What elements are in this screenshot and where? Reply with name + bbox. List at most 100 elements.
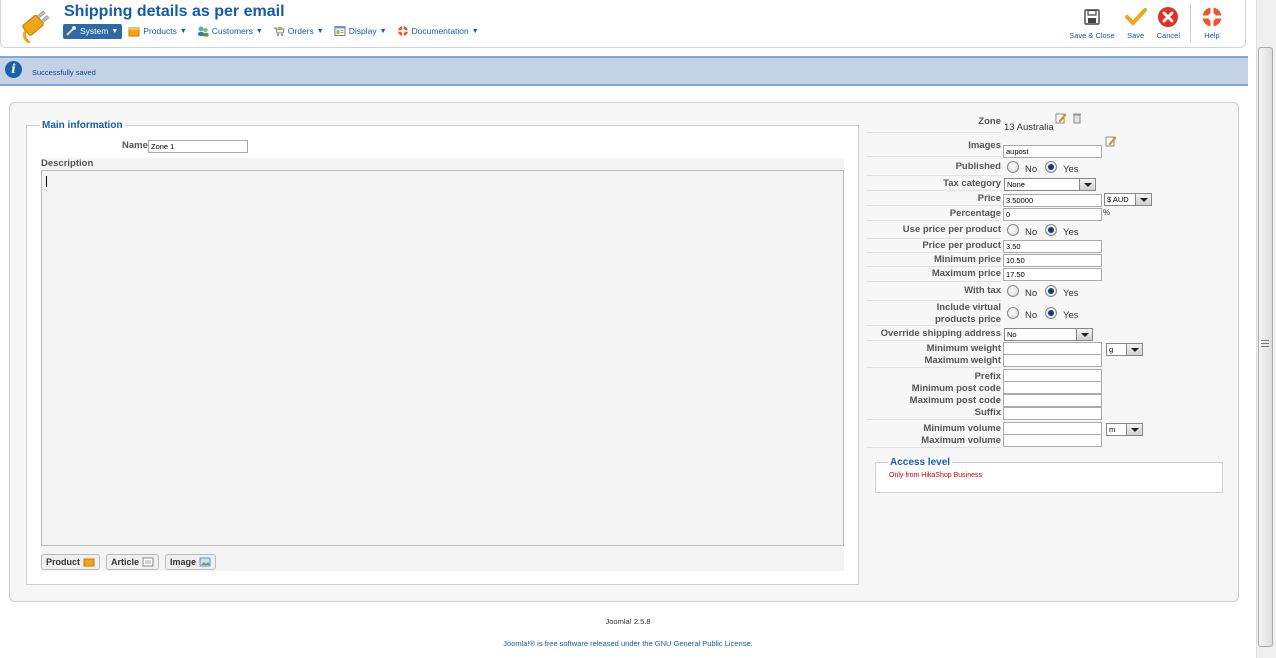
zone-row: Zone	[867, 112, 1001, 133]
with-tax-yes-radio[interactable]	[1045, 285, 1057, 297]
insert-article-button[interactable]: Article	[106, 554, 160, 570]
use-price-per-product-yes-radio[interactable]	[1045, 224, 1057, 236]
maximum-weight-input[interactable]	[1003, 354, 1102, 367]
footer-version: Joomla! 2.5.8	[605, 617, 651, 626]
menu-display[interactable]: Display ▼	[332, 24, 391, 39]
article-icon	[142, 557, 154, 567]
percentage-input[interactable]: 0	[1003, 208, 1102, 221]
override-shipping-label: Override shipping address	[880, 328, 1001, 339]
menu-products[interactable]: Products ▼	[126, 24, 190, 39]
maximum-volume-input[interactable]	[1003, 434, 1102, 447]
include-virtual-no-label: No	[1025, 310, 1038, 321]
zone-value: 13 Australia	[1004, 122, 1054, 133]
published-no-radio[interactable]	[1007, 161, 1019, 173]
maximum-post-code-input[interactable]	[1003, 394, 1102, 407]
weight-unit-value: g	[1109, 345, 1114, 354]
maximum-post-code-label: Maximum post code	[909, 395, 1001, 406]
name-input[interactable]: Zone 1	[148, 140, 248, 153]
tax-category-select[interactable]: None	[1004, 178, 1096, 191]
images-input[interactable]: aupost	[1003, 145, 1102, 158]
text-cursor	[46, 176, 47, 187]
footer-license-text: Joomla!® is free software released under…	[503, 639, 653, 648]
insert-image-label: Image	[170, 557, 197, 567]
with-tax-row: With tax	[867, 282, 1001, 301]
include-virtual-yes-radio[interactable]	[1045, 307, 1057, 319]
info-icon: i	[5, 61, 22, 78]
prefix-label: Prefix	[974, 371, 1001, 382]
include-virtual-label-1: Include virtual	[936, 302, 1001, 313]
tax-category-value: None	[1007, 180, 1025, 189]
published-yes-label: Yes	[1063, 164, 1079, 175]
toolbar: Save & Close Save Cancel Help	[1059, 4, 1223, 42]
published-label: Published	[955, 161, 1001, 172]
include-virtual-no-radio[interactable]	[1007, 307, 1019, 319]
menu-documentation-label: Documentation	[411, 26, 469, 36]
price-per-product-input[interactable]: 3.50	[1003, 240, 1102, 253]
minimum-weight-label: Minimum weight	[926, 343, 1001, 354]
menu-products-label: Products	[143, 26, 177, 36]
main-menu: System ▼ Products ▼ Customers ▼ Orders ▼	[63, 23, 487, 39]
chevron-down-icon: ▼	[179, 27, 187, 35]
gpl-license-link[interactable]: GNU General Public License.	[655, 639, 753, 648]
menu-system[interactable]: System ▼	[63, 23, 123, 39]
use-price-per-product-no-radio[interactable]	[1007, 224, 1019, 236]
published-yes-radio[interactable]	[1045, 161, 1057, 173]
include-virtual-label-2: products price	[935, 314, 1001, 325]
display-icon	[334, 26, 346, 36]
menu-orders-label: Orders	[287, 26, 314, 36]
weight-unit-select[interactable]: g	[1106, 343, 1143, 356]
customers-icon	[197, 26, 209, 37]
chevron-down-icon	[1126, 344, 1142, 355]
help-button[interactable]: Help	[1201, 6, 1223, 42]
with-tax-no-radio[interactable]	[1007, 285, 1019, 297]
image-icon	[199, 557, 211, 567]
help-lifebuoy-icon	[1202, 7, 1222, 27]
save-close-label: Save & Close	[1069, 31, 1115, 40]
access-level-text: Only from HikaShop Business	[889, 472, 982, 479]
volume-unit-select[interactable]: m	[1106, 423, 1143, 436]
include-virtual-yes-label: Yes	[1063, 310, 1079, 321]
volume-row: Minimum volume Maximum volume	[867, 420, 1001, 448]
menu-orders[interactable]: Orders ▼	[271, 24, 328, 39]
footer-license: Joomla!® is free software released under…	[0, 639, 1256, 648]
menu-customers-label: Customers	[211, 26, 253, 36]
orders-icon	[273, 27, 285, 36]
floppy-disk-icon	[1084, 9, 1100, 25]
minimum-volume-label: Minimum volume	[923, 423, 1001, 434]
minimum-post-code-label: Minimum post code	[911, 383, 1001, 394]
save-close-button[interactable]: Save & Close	[1069, 6, 1115, 42]
maximum-price-input[interactable]: 17.50	[1003, 268, 1102, 281]
minimum-price-input[interactable]: 10.50	[1003, 254, 1102, 267]
price-input[interactable]: 3.50000	[1003, 194, 1102, 207]
access-level-legend: Access level	[888, 457, 953, 468]
chevron-down-icon	[1076, 329, 1092, 340]
post-code-row: Prefix Minimum post code Maximum post co…	[867, 368, 1001, 420]
tax-category-row: Tax category	[867, 176, 1001, 191]
override-shipping-select[interactable]: No	[1004, 328, 1093, 341]
insert-product-button[interactable]: Product	[41, 554, 101, 570]
editor-footer	[41, 546, 844, 571]
include-virtual-row: Include virtual products price	[867, 301, 1001, 326]
use-price-per-product-yes-label: Yes	[1063, 227, 1079, 238]
suffix-input[interactable]	[1003, 407, 1102, 420]
help-label: Help	[1204, 31, 1220, 40]
description-editor[interactable]	[41, 170, 844, 546]
menu-documentation[interactable]: Documentation ▼	[395, 24, 483, 39]
save-button[interactable]: Save	[1124, 6, 1147, 42]
cancel-button[interactable]: Cancel	[1157, 6, 1180, 42]
minimum-price-label: Minimum price	[933, 254, 1001, 265]
delete-zone-icon[interactable]	[1072, 112, 1082, 124]
menu-system-label: System	[80, 26, 109, 36]
minimum-post-code-input[interactable]	[1003, 381, 1102, 394]
currency-select[interactable]: $ AUD	[1104, 193, 1152, 206]
editor-toolbar-area	[41, 158, 844, 170]
chevron-down-icon	[1135, 194, 1151, 205]
images-label: Images	[968, 140, 1001, 151]
edit-images-icon[interactable]	[1105, 135, 1117, 147]
menu-customers[interactable]: Customers ▼	[195, 24, 267, 39]
insert-image-button[interactable]: Image	[165, 554, 217, 570]
maximum-price-label: Maximum price	[931, 268, 1001, 279]
edit-zone-icon[interactable]	[1055, 112, 1067, 124]
chevron-down-icon: ▼	[316, 27, 324, 35]
published-no-label: No	[1025, 164, 1038, 175]
